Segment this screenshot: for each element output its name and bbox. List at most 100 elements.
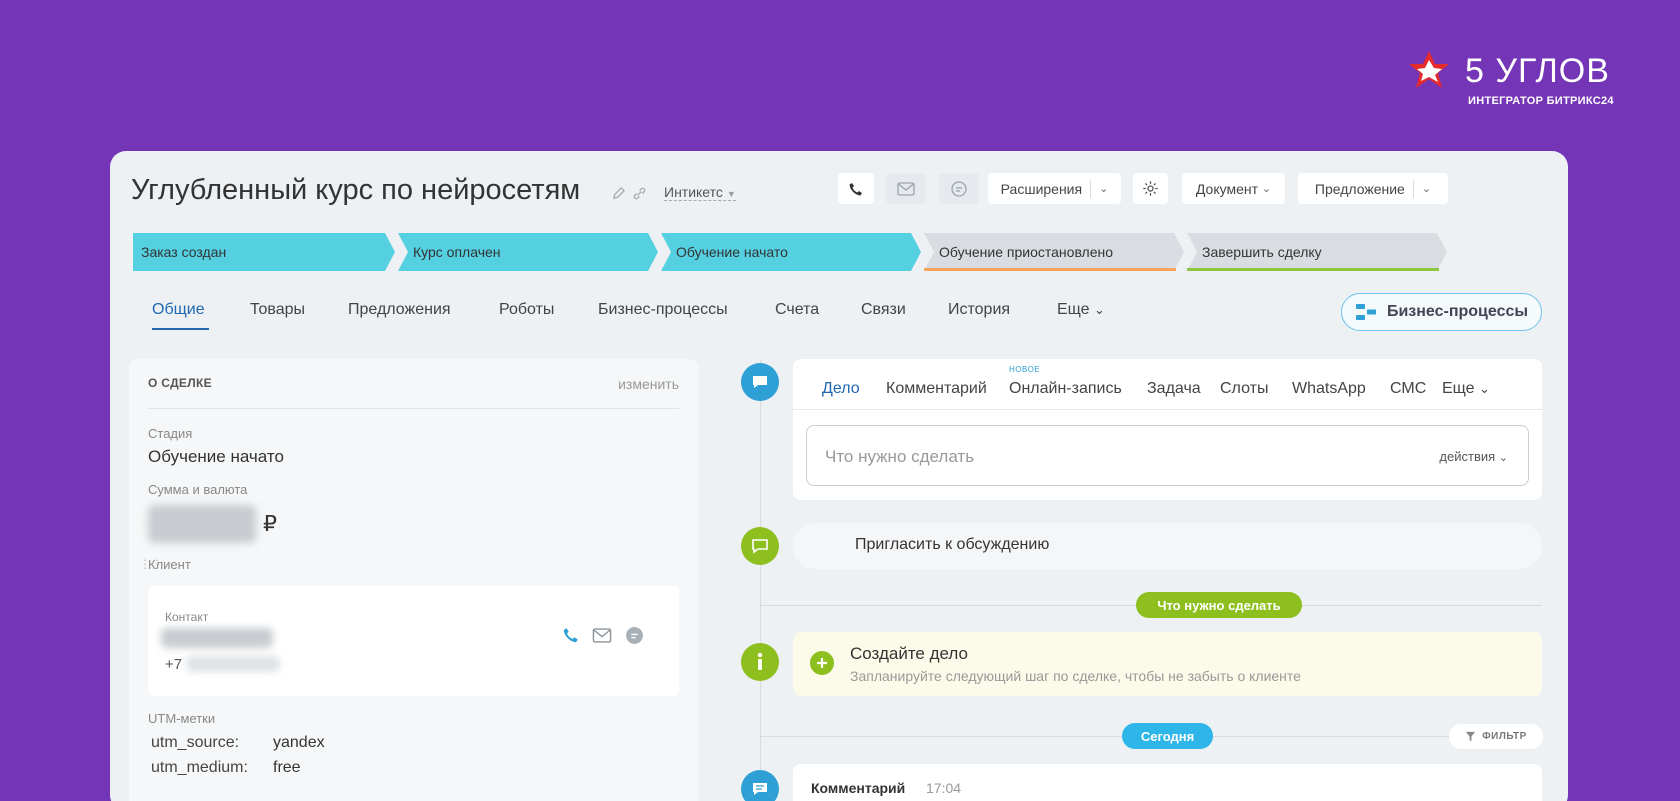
stage-label: Обучение начато	[676, 244, 788, 260]
tab-business-processes[interactable]: Бизнес-процессы	[598, 301, 728, 319]
chat-button[interactable]	[939, 173, 979, 204]
currency-symbol: ₽	[263, 511, 277, 536]
phone-prefix: +7	[165, 656, 183, 673]
tab-offers[interactable]: Предложения	[348, 301, 451, 319]
timeline-comment-dot	[741, 770, 779, 801]
stage-label: Завершить сделку	[1202, 244, 1322, 260]
new-badge: НОВОЕ	[1009, 365, 1041, 374]
utm-row: utm_medium: free	[151, 759, 301, 777]
invite-to-discussion[interactable]: Пригласить к обсуждению	[793, 523, 1542, 569]
todo-placeholder: Что нужно сделать	[825, 447, 975, 466]
blurred-phone[interactable]	[186, 656, 280, 672]
tab-more-label: Еще	[1057, 301, 1090, 318]
tab-robots[interactable]: Роботы	[499, 301, 554, 319]
business-process-icon	[1355, 304, 1376, 320]
utm-value: free	[273, 759, 301, 776]
extensions-button[interactable]: Расширения ⌄	[988, 173, 1121, 204]
utm-row: utm_source: yandex	[151, 734, 325, 752]
chevron-down-icon: ⌄	[1261, 183, 1272, 195]
brand-title: 5 УГЛОВ	[1465, 52, 1610, 90]
chat-icon[interactable]	[625, 626, 644, 645]
todo-input[interactable]: Что нужно сделать действия ⌄	[806, 425, 1529, 486]
phone-icon	[849, 182, 862, 195]
about-heading: О СДЕЛКЕ	[148, 376, 212, 390]
chevron-down-icon: ⌄	[1498, 452, 1508, 464]
offer-label: Предложение	[1314, 180, 1405, 197]
composer-tab-slots[interactable]: Слоты	[1220, 380, 1268, 398]
timeline-invite-dot	[741, 527, 779, 565]
mail-icon	[897, 181, 915, 196]
divider	[793, 409, 1542, 410]
offer-button[interactable]: Предложение ⌄	[1298, 173, 1448, 204]
phone-icon[interactable]	[562, 626, 580, 644]
tab-history[interactable]: История	[948, 301, 1010, 319]
stage-label: Заказ создан	[141, 244, 227, 260]
create-activity-title: Создайте дело	[850, 644, 968, 663]
comment-entry[interactable]: Комментарий 17:04	[793, 764, 1542, 801]
composer-tab-online-booking[interactable]: Онлайн-запись	[1009, 380, 1122, 398]
info-icon	[757, 652, 763, 670]
comment-title: Комментарий	[811, 780, 906, 796]
contact-card: Контакт +7	[148, 586, 679, 696]
tab-more[interactable]: Еще ⌄	[1057, 301, 1105, 319]
business-processes-label: Бизнес-процессы	[1386, 303, 1529, 320]
stage-course-paid[interactable]: Курс оплачен	[405, 233, 667, 271]
blurred-contact-name[interactable]	[161, 628, 273, 648]
chevron-down-icon: ⌄	[1479, 381, 1490, 396]
client-field-label: Клиент	[148, 557, 191, 572]
utm-key: utm_source:	[151, 734, 240, 751]
stage-training-started[interactable]: Обучение начато	[668, 233, 930, 271]
link-icon[interactable]	[632, 186, 647, 201]
divider	[148, 408, 679, 409]
composer-tab-whatsapp[interactable]: WhatsApp	[1292, 380, 1366, 398]
gear-icon	[1143, 181, 1158, 196]
stage-training-paused[interactable]: Обучение приостановлено	[931, 233, 1193, 271]
chevron-down-icon: ⌄	[1094, 302, 1105, 317]
email-button[interactable]	[886, 173, 926, 204]
brand-logo: 5 УГЛОВ ИНТЕГРАТОР БИТРИКС24	[1408, 50, 1614, 110]
utm-key: utm_medium:	[151, 759, 248, 776]
stage-finish-deal[interactable]: Завершить сделку	[1194, 233, 1456, 271]
chat-icon	[951, 180, 967, 197]
composer-tab-comment[interactable]: Комментарий	[886, 380, 987, 398]
tab-invoices[interactable]: Счета	[775, 301, 819, 319]
chat-bubble-icon	[752, 539, 768, 554]
stage-bar: Заказ создан Курс оплачен Обучение начат…	[133, 233, 1553, 271]
business-processes-button[interactable]: Бизнес-процессы	[1341, 293, 1542, 331]
document-button[interactable]: Документ ⌄	[1182, 173, 1285, 204]
active-tab-underline	[152, 328, 209, 330]
chevron-down-icon: ▼	[726, 189, 736, 199]
utm-value: yandex	[273, 734, 325, 751]
stage-field-label: Стадия	[148, 426, 193, 441]
chevron-down-icon: ⌄	[1421, 183, 1432, 195]
pencil-icon[interactable]	[611, 186, 626, 201]
plus-icon[interactable]	[810, 651, 834, 675]
composer-tab-task[interactable]: Задача	[1147, 380, 1201, 398]
settings-button[interactable]	[1133, 173, 1168, 204]
composer-tab-deal[interactable]: Дело	[822, 380, 860, 398]
deal-card: Углубленный курс по нейросетям Интикетс ▼…	[110, 151, 1568, 801]
call-button[interactable]	[838, 173, 874, 204]
company-selector[interactable]: Интикетс ▼	[664, 184, 736, 201]
title-icons	[611, 186, 647, 201]
filter-button[interactable]: ФИЛЬТР	[1449, 724, 1543, 749]
filter-label: ФИЛЬТР	[1482, 731, 1527, 742]
invite-label: Пригласить к обсуждению	[855, 536, 1050, 553]
sum-field-label: Сумма и валюта	[148, 482, 248, 497]
actions-dropdown[interactable]: действия ⌄	[1439, 449, 1508, 464]
tab-general[interactable]: Общие	[152, 301, 205, 319]
tab-products[interactable]: Товары	[250, 301, 305, 319]
create-activity-card[interactable]: Создайте дело Запланируйте следующий шаг…	[793, 632, 1542, 696]
mail-icon[interactable]	[592, 628, 612, 643]
edit-link[interactable]: изменить	[618, 376, 679, 392]
composer-tab-more[interactable]: Еще ⌄	[1442, 380, 1490, 398]
actions-label: действия	[1439, 449, 1496, 464]
stage-order-created[interactable]: Заказ создан	[133, 233, 395, 271]
composer-tab-sms[interactable]: СМС	[1390, 380, 1426, 398]
chevron-down-icon: ⌄	[1099, 183, 1109, 195]
message-icon	[753, 376, 767, 388]
stage-field-value: Обучение начато	[148, 447, 284, 466]
timeline-line	[760, 359, 761, 801]
tab-links[interactable]: Связи	[861, 301, 906, 319]
timeline-info-dot	[741, 643, 779, 681]
